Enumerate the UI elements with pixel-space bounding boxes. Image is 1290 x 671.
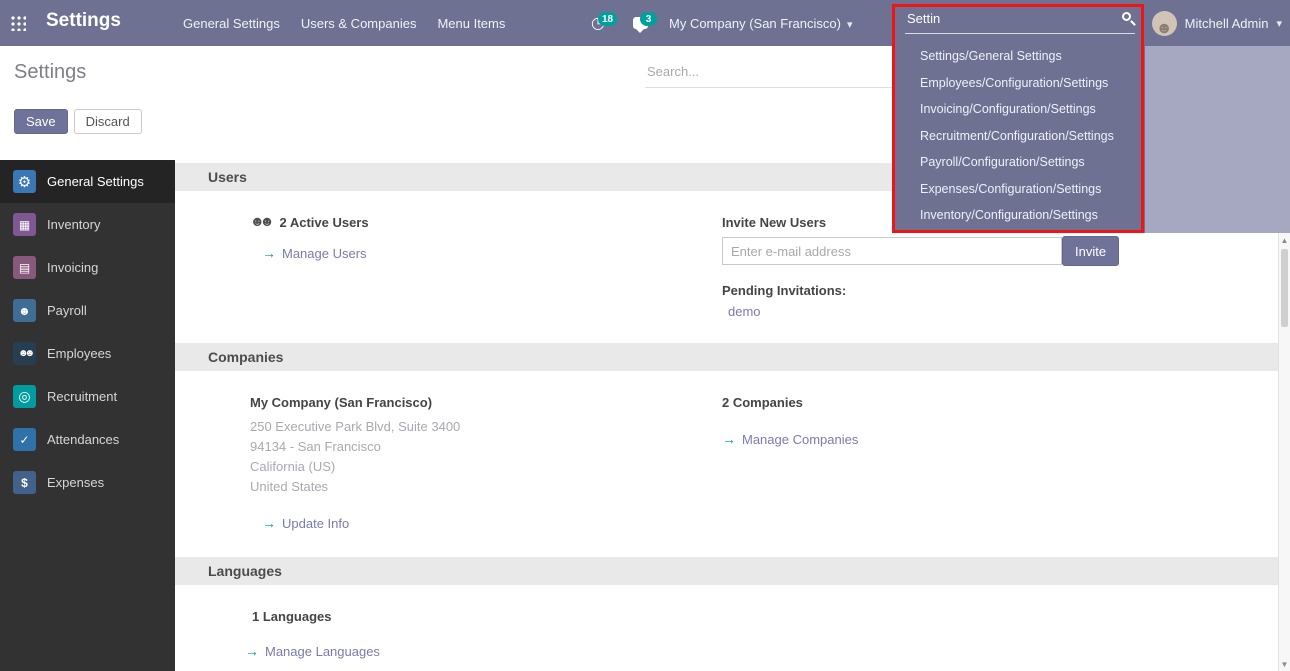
search-result-item[interactable]: Expenses/Configuration/Settings (895, 176, 1145, 203)
expenses-icon (13, 471, 36, 494)
sidebar-item-expenses[interactable]: Expenses (0, 461, 175, 504)
open-dropdown-panel (1145, 46, 1290, 233)
caret-down-icon (1276, 14, 1282, 32)
sidebar-item-payroll[interactable]: Payroll (0, 289, 175, 332)
invoicing-icon (13, 256, 36, 279)
messages-badge: 3 (640, 12, 657, 26)
payroll-icon (13, 299, 36, 322)
sidebar-item-employees[interactable]: Employees (0, 332, 175, 375)
sidebar-item-label: Inventory (47, 217, 100, 232)
scrollbar-thumb[interactable] (1281, 249, 1288, 327)
save-button[interactable]: Save (14, 109, 68, 134)
discard-button[interactable]: Discard (74, 109, 142, 134)
sidebar-item-label: General Settings (47, 174, 144, 189)
section-header-languages: Languages (175, 557, 1278, 585)
user-name: Mitchell Admin (1185, 16, 1269, 31)
menu-search-input[interactable] (905, 7, 1135, 34)
form-buttons: Save Discard (14, 109, 142, 134)
employees-icon (13, 342, 36, 365)
menu-search-dropdown: Settings/General Settings Employees/Conf… (895, 0, 1145, 233)
manage-users-link[interactable]: Manage Users (262, 245, 367, 261)
address-line: United States (250, 477, 460, 497)
pending-invitee-link[interactable]: demo (728, 304, 761, 319)
user-avatar (1152, 11, 1177, 36)
search-result-item[interactable]: Employees/Configuration/Settings (895, 70, 1145, 97)
companies-count: 2 Companies (722, 395, 803, 410)
user-menu[interactable]: Mitchell Admin (1152, 0, 1282, 46)
manage-users-label: Manage Users (282, 246, 367, 261)
sidebar-item-label: Payroll (47, 303, 87, 318)
search-icon (1122, 12, 1131, 21)
page-title: Settings (14, 61, 86, 84)
caret-down-icon (847, 16, 853, 31)
arrow-right-icon (262, 515, 276, 531)
app-brand-title[interactable]: Settings (46, 10, 121, 32)
sidebar-item-label: Attendances (47, 432, 119, 447)
manage-languages-link[interactable]: Manage Languages (245, 643, 380, 659)
settings-content: Users 2 Active Users Manage Users Invite… (175, 160, 1278, 671)
arrow-right-icon (722, 431, 736, 447)
systray: 18 3 My Company (San Francisco) (585, 0, 852, 46)
update-info-link[interactable]: Update Info (262, 515, 349, 531)
gear-icon (13, 170, 36, 193)
scrollbar-down-icon[interactable] (1279, 658, 1290, 670)
invite-button[interactable]: Invite (1062, 236, 1119, 266)
menu-item-users-companies[interactable]: Users & Companies (301, 16, 417, 31)
sidebar-item-label: Invoicing (47, 260, 98, 275)
scrollbar-up-icon[interactable] (1279, 234, 1290, 246)
company-switcher-label: My Company (San Francisco) (669, 16, 841, 31)
manage-companies-label: Manage Companies (742, 432, 858, 447)
sidebar-item-inventory[interactable]: Inventory (0, 203, 175, 246)
sidebar-item-label: Recruitment (47, 389, 117, 404)
activity-badge: 18 (598, 12, 617, 26)
sidebar-item-recruitment[interactable]: Recruitment (0, 375, 175, 418)
app-menu: General Settings Users & Companies Menu … (183, 0, 505, 46)
sidebar-item-invoicing[interactable]: Invoicing (0, 246, 175, 289)
inventory-icon (13, 213, 36, 236)
recruitment-icon (13, 385, 36, 408)
address-line: 250 Executive Park Blvd, Suite 3400 (250, 417, 460, 437)
pending-invitations-label: Pending Invitations: (722, 283, 846, 298)
arrow-right-icon (245, 643, 259, 659)
address-line: 94134 - San Francisco (250, 437, 460, 457)
section-header-companies: Companies (175, 343, 1278, 371)
apps-menu-icon[interactable] (10, 15, 26, 31)
messages-icon[interactable]: 3 (627, 10, 653, 36)
company-switcher[interactable]: My Company (San Francisco) (669, 16, 852, 31)
company-name: My Company (San Francisco) (250, 395, 432, 410)
sidebar-item-attendances[interactable]: Attendances (0, 418, 175, 461)
sidebar-item-general-settings[interactable]: General Settings (0, 160, 175, 203)
languages-section-body: 1 Languages Manage Languages (175, 585, 1278, 671)
attendances-icon (13, 428, 36, 451)
sidebar-item-label: Employees (47, 346, 111, 361)
activity-clock-icon[interactable]: 18 (585, 10, 611, 36)
companies-section-body: My Company (San Francisco) 250 Executive… (175, 371, 1278, 557)
address-line: California (US) (250, 457, 460, 477)
menu-item-general-settings[interactable]: General Settings (183, 16, 280, 31)
manage-companies-link[interactable]: Manage Companies (722, 431, 858, 447)
update-info-label: Update Info (282, 516, 349, 531)
arrow-right-icon (262, 245, 276, 261)
users-icon (250, 213, 269, 231)
menu-search-results: Settings/General Settings Employees/Conf… (895, 43, 1145, 229)
company-address: 250 Executive Park Blvd, Suite 3400 9413… (250, 417, 460, 497)
invite-new-users-title: Invite New Users (722, 215, 826, 230)
search-result-item[interactable]: Settings/General Settings (895, 43, 1145, 70)
active-users-count: 2 Active Users (279, 215, 368, 230)
sidebar-item-label: Expenses (47, 475, 104, 490)
search-result-item[interactable]: Invoicing/Configuration/Settings (895, 96, 1145, 123)
menu-item-menu-items[interactable]: Menu Items (437, 16, 505, 31)
manage-languages-label: Manage Languages (265, 644, 380, 659)
vertical-scrollbar[interactable] (1278, 233, 1290, 671)
search-result-item[interactable]: Payroll/Configuration/Settings (895, 149, 1145, 176)
languages-count: 1 Languages (252, 609, 331, 624)
settings-sidebar: General Settings Inventory Invoicing Pay… (0, 160, 175, 671)
invite-email-input[interactable] (722, 237, 1062, 265)
search-result-item[interactable]: Inventory/Configuration/Settings (895, 202, 1145, 229)
search-result-item[interactable]: Recruitment/Configuration/Settings (895, 123, 1145, 150)
